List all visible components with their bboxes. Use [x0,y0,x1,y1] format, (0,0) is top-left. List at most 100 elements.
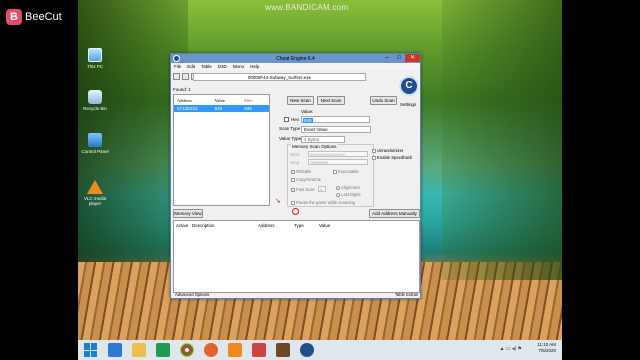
menu-help[interactable]: Help [250,64,259,69]
minimize-button[interactable]: – [381,54,393,62]
clock[interactable]: 11:10 AM 7/5/2020 [537,342,556,354]
new-scan-button[interactable]: New Scan [287,96,314,105]
menu-edit[interactable]: Edit [187,64,195,69]
menu-bar: File Edit Table D3D Mono Help [171,63,420,70]
file-explorer-icon[interactable] [132,343,146,357]
menu-table[interactable]: Table [201,64,212,69]
result-prev: 949 [244,106,252,111]
check-icon [291,177,295,182]
enable-speedhack-checkbox[interactable]: Enable Speedhack [372,155,412,160]
start-label: Start [290,152,300,157]
close-button[interactable]: ✕ [405,54,420,62]
maximize-button[interactable]: □ [393,54,405,62]
last-digits-radio[interactable]: Last Digits [336,192,361,197]
results-list[interactable]: Address Value Prev 0722E810 949 949 [173,94,270,206]
pause-game-checkbox[interactable]: Pause the game while scanning [291,200,355,205]
media-app-icon[interactable] [252,343,266,357]
scan-type-select[interactable]: Exact Value [301,126,371,133]
system-tray-icons[interactable]: ▲ ▭ ◂) ⚑ [500,346,523,352]
value-type-select[interactable]: 4 Bytes [301,136,345,143]
open-process-icon[interactable] [173,73,180,80]
menu-d3d[interactable]: D3D [218,64,227,69]
windows-start-icon[interactable] [84,343,98,357]
value-input[interactable]: 949 [301,116,370,123]
desktop-icon-control-panel[interactable]: Control Panel [80,133,110,154]
memory-view-button[interactable]: Memory View [173,209,203,218]
col-address[interactable]: Address [258,223,294,228]
radio-icon [336,192,340,197]
add-address-manually-button[interactable]: Add Address Manually [369,209,420,218]
stop-address-field[interactable]: 7fffffffffffffff [308,159,368,165]
alignment-radio[interactable]: • Alignment [336,185,360,190]
menu-file[interactable]: File [174,64,181,69]
col-address[interactable]: Address [177,98,215,103]
add-to-list-arrow-icon[interactable]: ➘ [275,197,281,205]
check-icon: ✓ [291,169,296,175]
radio-icon: • [336,185,340,191]
advanced-options-link[interactable]: Advanced Options [175,292,209,298]
result-row[interactable]: 0722E810 949 949 [174,105,269,112]
chrome-icon[interactable] [180,343,194,357]
beecut-label: BeeCut [25,11,62,23]
clock-date: 7/5/2020 [538,348,556,353]
vlc-icon[interactable] [228,343,242,357]
cheat-engine-logo-icon[interactable]: C [399,76,419,96]
col-value[interactable]: Value [319,223,330,228]
col-description[interactable]: Description [192,223,258,228]
writable-checkbox[interactable]: ✓ Writable [291,169,311,174]
desktop-icon-this-pc[interactable]: This PC [80,48,110,69]
address-list[interactable]: Active Description Address Type Value [173,220,420,293]
check-icon [333,169,337,174]
store-icon[interactable] [156,343,170,357]
hex-label: Hex [291,117,300,122]
fastscan-checkbox[interactable]: ✓ Fast Scan [291,187,315,192]
beecut-watermark: B BeeCut [6,9,62,25]
computer-icon [88,48,102,62]
copyonwrite-checkbox[interactable]: CopyOnWrite [291,177,321,182]
process-name-field: 00000F44-Subway_Surfers.exe [193,73,366,81]
stop-icon[interactable] [292,208,299,215]
found-count: Found: 1 [173,87,191,92]
col-prev[interactable]: Prev [244,98,269,103]
cheat-engine-icon [173,55,180,62]
bandicam-watermark: www.BANDICAM.com [265,3,349,12]
value-type-label: Value Type [279,136,302,141]
desktop-icon-vlc[interactable]: VLC media player [80,180,110,206]
recycle-bin-icon [88,90,102,104]
col-active[interactable]: Active [176,223,192,228]
game-app-icon[interactable] [276,343,290,357]
address-list-header: Active Description Address Type Value [174,221,419,228]
ie-icon[interactable] [108,343,122,357]
settings-label[interactable]: Settings [400,102,416,107]
col-type[interactable]: Type [294,223,319,228]
hex-checkbox[interactable] [284,117,289,122]
check-icon [372,155,376,160]
scan-type-label: Scan Type [279,126,301,131]
check-icon [291,200,295,205]
cheat-engine-taskbar-icon[interactable] [300,343,314,357]
results-header: Address Value Prev [174,95,269,103]
menu-mono[interactable]: Mono [233,64,244,69]
desktop-icon-recycle-bin[interactable]: Recycle Bin [80,90,110,111]
result-value: 949 [214,106,223,111]
fastscan-value[interactable]: 4 [318,186,326,192]
col-value[interactable]: Value [215,98,245,103]
check-icon [372,148,376,153]
cheat-engine-window[interactable]: Cheat Engine 6.4 – □ ✕ File Edit Table D… [170,53,421,299]
undo-scan-button[interactable]: Undo Scan [370,96,397,105]
memory-scan-options-title: Memory Scan Options [291,144,338,149]
title-bar[interactable]: Cheat Engine 6.4 – □ ✕ [171,54,420,63]
beecut-logo-icon: B [6,9,22,25]
firefox-icon[interactable] [204,343,218,357]
window-footer: Advanced Options Table Extras [173,292,420,298]
memory-scan-options: Memory Scan Options Start 00000000000000… [287,144,374,207]
unrandomizer-checkbox[interactable]: Unrandomizer [372,148,403,153]
table-extras-link[interactable]: Table Extras [395,292,418,298]
executable-checkbox[interactable]: Executable [333,169,359,174]
start-address-field[interactable]: 0000000000000000 [308,151,368,157]
next-scan-button[interactable]: Next Scan [317,96,345,105]
open-file-icon[interactable] [182,73,189,80]
video-frame: B BeeCut This PC Recycle Bin Control Pan… [0,0,640,360]
control-panel-icon [88,133,102,147]
stop-label: Stop [290,160,300,165]
